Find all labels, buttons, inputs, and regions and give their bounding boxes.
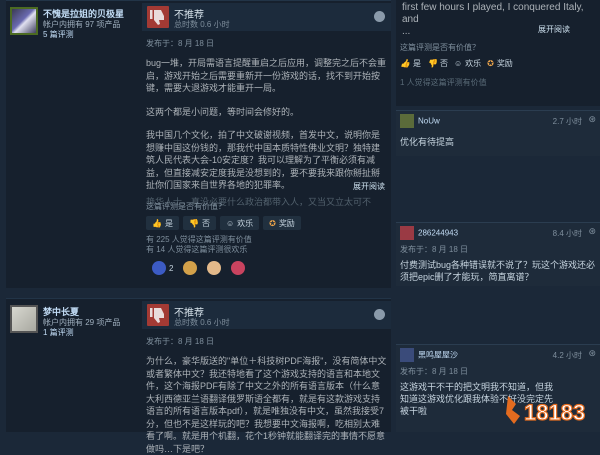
read-more-link[interactable]: 展开阅读 [538, 24, 570, 36]
review-content: 不推荐 总时数 0.6 小时 发布于：8 月 18 日 bug一堆，开局需语言提… [142, 1, 391, 288]
award-label: 奖励 [278, 218, 295, 228]
helpful-question: 这篇评测是否有价值？ [400, 43, 480, 52]
avatar[interactable] [400, 226, 414, 240]
award-button[interactable]: ✪ 奖励 [263, 216, 301, 230]
posted-date: 发布于：8 月 18 日 [146, 39, 215, 48]
avatar[interactable] [400, 114, 414, 128]
award-reactions: 2 [152, 261, 391, 275]
review-item[interactable]: NoUw 2.7 小时 ⊛ 优化有待提高 [396, 110, 600, 156]
review-hours: 2.7 小时 [552, 117, 582, 126]
thumbs-down-icon: 👎 [188, 218, 199, 228]
review-paragraph: 这两个都是小问题，等时间会修好的。 [146, 106, 300, 117]
steam-icon: ⊛ [588, 226, 596, 236]
review-body: bug一堆，开局需语言提醒重启之后应用，调整完之后不会重启，游戏开始之后需要重新… [146, 57, 387, 208]
read-more-link[interactable]: 展开阅读 [353, 181, 385, 192]
helpful-count: 有 225 人觉得这篇评测有价值 [146, 235, 252, 244]
review-hours: 总时数 0.6 小时 [174, 318, 230, 327]
vote-no-button[interactable]: 👎 否 [182, 216, 216, 230]
review-paragraph: 我中国几个文化，拍了中文破谢视频，首发中文，说明你是想赚中国这份钱的，那我代中国… [146, 130, 381, 190]
posted-date: 发布于：8 月 18 日 [400, 367, 469, 376]
right-column: first few hours I played, I conquered It… [396, 0, 600, 432]
vote-no-button[interactable]: 👎 否 [427, 58, 448, 69]
watermark-logo: 18183 [506, 396, 586, 426]
review-hours: 4.2 小时 [552, 351, 582, 360]
award-count: 2 [169, 263, 174, 273]
face-award-icon [207, 261, 222, 275]
award-reaction[interactable]: 2 [152, 261, 173, 275]
thumbs-down-icon [147, 6, 169, 28]
vote-funny-label: 欢乐 [465, 59, 482, 68]
vote-row: 👍 是 👎 否 ☺ 欢乐 ✪ 奖励 [400, 58, 596, 69]
avatar[interactable] [10, 7, 38, 35]
snippet-text: first few hours I played, I conquered It… [402, 2, 584, 25]
heart-award-icon [231, 261, 246, 275]
hand-award-icon [152, 261, 166, 275]
face-award-icon [183, 261, 198, 275]
thumbs-up-icon: 👍 [152, 218, 162, 228]
steam-icon [374, 309, 385, 320]
watermark-text: 18183 [524, 400, 585, 425]
award-label: 奖励 [496, 59, 513, 68]
award-reaction[interactable] [183, 261, 198, 275]
review-card: 梦中长夏 帐户内拥有 29 项产品 1 篇评测 不推荐 总时数 0.6 小时 发… [6, 298, 391, 454]
author-name[interactable]: 286244943 [418, 229, 458, 238]
helpful-question: 这篇评测是否有价值？ [146, 202, 226, 211]
vote-yes-label: 是 [412, 59, 421, 68]
review-author[interactable]: 梦中长夏 帐户内拥有 29 项产品 1 篇评测 [10, 305, 135, 338]
vote-no-label: 否 [439, 59, 448, 68]
posted-date: 发布于：8 月 18 日 [400, 245, 469, 254]
smile-icon: ☺ [453, 59, 463, 68]
helpful-count: 1 人觉得这篇评测有价值 [400, 78, 487, 87]
steam-icon: ⊛ [588, 114, 596, 124]
review-snippet: first few hours I played, I conquered It… [396, 0, 600, 37]
avatar[interactable] [10, 305, 38, 333]
steam-icon: ⊛ [588, 348, 596, 358]
review-author[interactable]: 不愧是拉姐的贝极星 帐户内拥有 97 项产品 5 篇评测 [10, 7, 135, 40]
review-content: 不推荐 总时数 0.6 小时 发布于：8 月 18 日 为什么，豪华版送的"单位… [142, 299, 391, 454]
author-name[interactable]: 黑鸣屋屋沙 [418, 351, 458, 360]
thumbs-down-icon [147, 304, 169, 326]
vote-funny-label: 欢乐 [237, 218, 254, 228]
review-text: 付费测试bug各种错误就不说了？玩这个游戏还必须把epic删了才能玩，简直离谱？ [400, 260, 596, 282]
author-name[interactable]: NoUw [418, 117, 440, 126]
review-text: 优化有待提高 [400, 137, 455, 147]
review-item[interactable]: 286244943 8.4 小时 ⊛ 发布于：8 月 18 日 付费测试bug各… [396, 222, 600, 286]
vote-funny-button[interactable]: ☺ 欢乐 [219, 216, 260, 230]
thumbs-down-icon: 👎 [426, 59, 437, 68]
review-paragraph: bug一堆，开局需语言提醒重启之后应用，调整完之后不会重启，游戏开始之后需要重新… [146, 58, 387, 93]
thumbs-up-icon: 👍 [400, 59, 410, 68]
review-card: 不愧是拉姐的贝极星 帐户内拥有 97 项产品 5 篇评测 不推荐 总时数 0.6… [6, 0, 391, 288]
review-paragraph: 为什么，豪华版送的"单位＋科技树PDF海报"，没有简体中文或者繁体中文？我还特地… [146, 356, 387, 454]
steam-icon [374, 11, 385, 22]
award-reaction[interactable] [231, 261, 246, 275]
vote-yes-button[interactable]: 👍 是 [146, 216, 179, 230]
smile-icon: ☺ [225, 218, 235, 228]
avatar[interactable] [400, 348, 414, 362]
posted-date: 发布于：8 月 18 日 [146, 337, 215, 346]
vote-funny-button[interactable]: ☺ 欢乐 [454, 58, 481, 69]
review-hours: 8.4 小时 [552, 229, 582, 238]
funny-count: 有 14 人觉得这篇评测很欢乐 [146, 245, 248, 254]
award-reaction[interactable] [207, 261, 222, 275]
review-hours: 总时数 0.6 小时 [174, 20, 230, 29]
vote-yes-label: 是 [164, 218, 173, 228]
review-header[interactable]: 不推荐 总时数 0.6 小时 [142, 301, 391, 329]
vote-row: 👍 是 👎 否 ☺ 欢乐 ✪ 奖励 [146, 216, 391, 230]
review-body: 为什么，豪华版送的"单位＋科技树PDF海报"，没有简体中文或者繁体中文？我还特地… [146, 355, 387, 455]
review-list: 不愧是拉姐的贝极星 帐户内拥有 97 项产品 5 篇评测 不推荐 总时数 0.6… [6, 0, 391, 454]
review-header[interactable]: 不推荐 总时数 0.6 小时 [142, 3, 391, 31]
award-button[interactable]: ✪ 奖励 [487, 58, 513, 69]
vote-yes-button[interactable]: 👍 是 [400, 58, 421, 69]
award-icon: ✪ [487, 59, 494, 68]
award-icon: ✪ [269, 218, 276, 228]
vote-no-label: 否 [201, 218, 210, 228]
helpful-section: 这篇评测是否有价值？ 👍 是 👎 否 ☺ 欢乐 ✪ 奖励 1 人觉得这篇评测有价值 [396, 36, 600, 106]
